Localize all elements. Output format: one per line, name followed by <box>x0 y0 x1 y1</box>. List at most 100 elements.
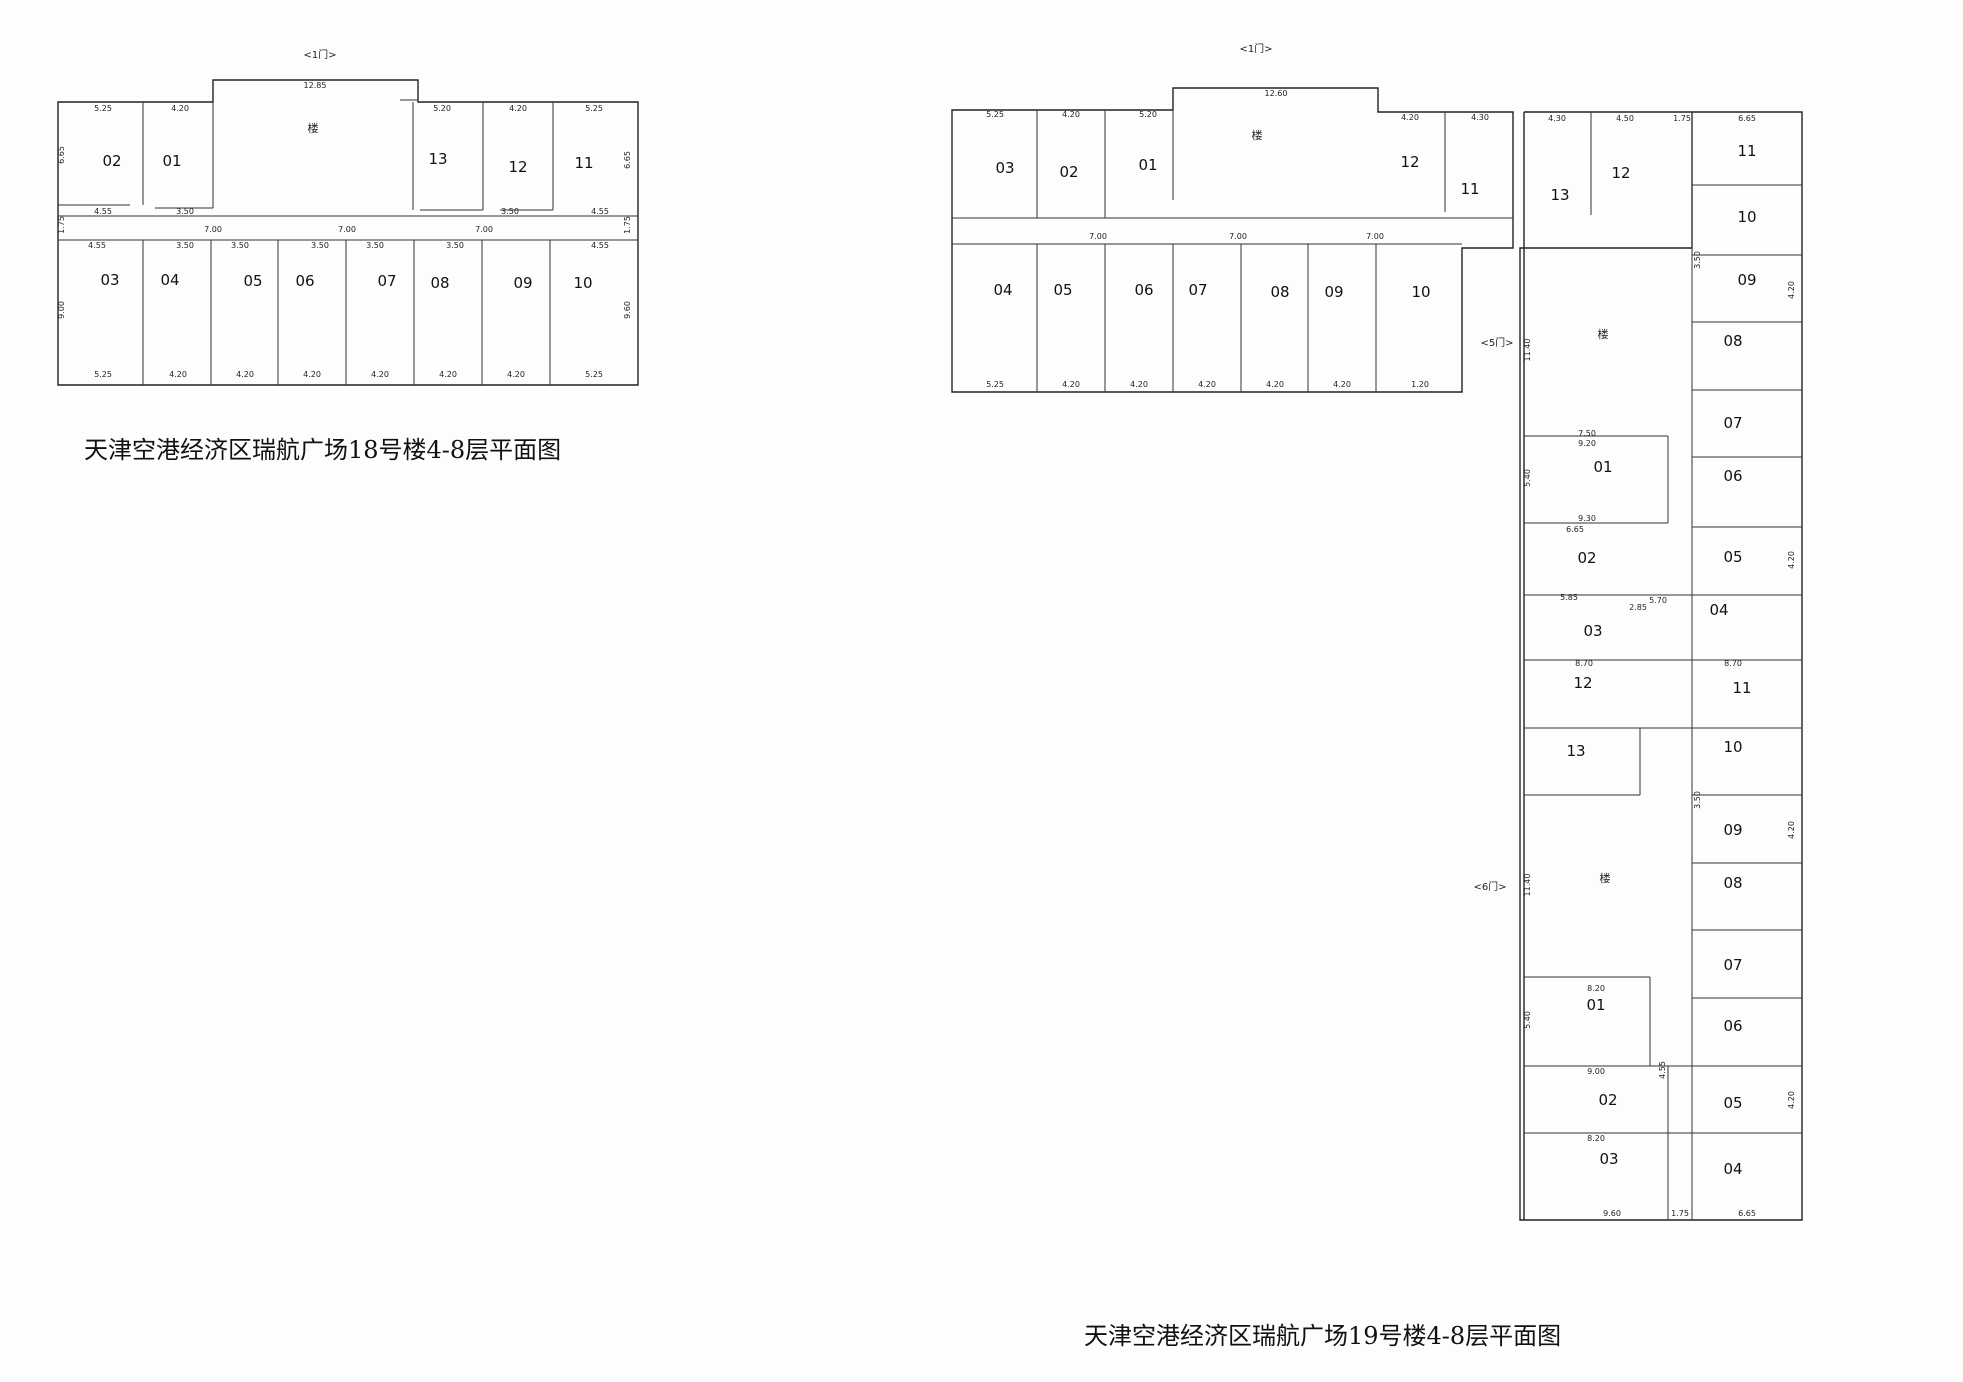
plan19-dim: 6.65 <box>1566 525 1584 534</box>
plan18-dim: 5.25 <box>94 104 112 113</box>
plan19-dim: 5.85 <box>1560 593 1578 602</box>
plan18-dim: 1.75 <box>623 216 632 234</box>
plan19-room-01: 01 <box>1138 156 1157 174</box>
plan19-dim: 5.40 <box>1523 1011 1532 1029</box>
plan19-room-02b: 02 <box>1577 549 1596 567</box>
plan18-dim: 4.20 <box>371 370 389 379</box>
plan19-room-08b: 08 <box>1723 332 1742 350</box>
plan18-dim: 1.75 <box>57 216 66 234</box>
plan19-room-06c: 06 <box>1723 1017 1742 1035</box>
plan19-dim: 11.40 <box>1523 874 1532 897</box>
plan19-dim: 8.20 <box>1587 984 1605 993</box>
plan19-dim: 4.55 <box>1658 1061 1667 1079</box>
plan19-dim: 5.40 <box>1523 469 1532 487</box>
plan18-dim: 12.85 <box>304 81 327 90</box>
plan18-dim: 4.20 <box>439 370 457 379</box>
plan19-room-13c: 13 <box>1566 742 1585 760</box>
plan19-dim: 4.20 <box>1266 380 1284 389</box>
plan19-dim: 4.20 <box>1198 380 1216 389</box>
plan19-room-10a: 10 <box>1411 283 1430 301</box>
plan19-dim: 1.75 <box>1673 114 1691 123</box>
plan19-room-07: 07 <box>1188 281 1207 299</box>
plan19-room-03c: 03 <box>1599 1150 1618 1168</box>
plan19-room-02: 02 <box>1059 163 1078 181</box>
plan18-dim: 4.20 <box>303 370 321 379</box>
plan19-room-13b: 13 <box>1550 186 1569 204</box>
plan19-dim: 9.60 <box>1603 1209 1621 1218</box>
plan19-room-10b: 10 <box>1737 208 1756 226</box>
plan19-dim: 4.20 <box>1787 281 1796 299</box>
plan19-dim: 6.65 <box>1738 114 1756 123</box>
plan19-dim: 5.70 <box>1649 596 1667 605</box>
plan19-wing-right-dividers <box>1692 184 1802 1134</box>
plan19-dim: 4.20 <box>1062 380 1080 389</box>
plan18-room-03: 03 <box>100 271 119 289</box>
plan19-dim: 3.50 <box>1693 251 1702 269</box>
plan18-room-08: 08 <box>430 274 449 292</box>
plan19-room-10c: 10 <box>1723 738 1742 756</box>
floor-plans-canvas: <1门> 02 01 13 12 11 楼 03 04 05 06 07 08 … <box>57 42 1803 1221</box>
plan18-dim: 7.00 <box>204 225 222 234</box>
plan18-dim: 4.55 <box>591 241 609 250</box>
plan19-dim: 2.85 <box>1629 603 1647 612</box>
plan18-dim: 3.50 <box>176 241 194 250</box>
plan19-room-05b: 05 <box>1723 548 1742 566</box>
plan19-room-11b: 11 <box>1737 142 1756 160</box>
plan19-dim: 8.70 <box>1724 659 1742 668</box>
plan19-dim: 9.00 <box>1587 1067 1605 1076</box>
plan19-dim: 4.30 <box>1548 114 1566 123</box>
plan19-stair-label-3: 楼 <box>1600 871 1611 885</box>
plan-18: <1门> 02 01 13 12 11 楼 03 04 05 06 07 08 … <box>57 48 639 386</box>
plan18-dim: 9.60 <box>623 301 632 319</box>
plan19-dim: 1.20 <box>1411 380 1429 389</box>
plan19-room-05: 05 <box>1053 281 1072 299</box>
plan19-room-09b: 09 <box>1737 271 1756 289</box>
plan19-room-04c: 04 <box>1723 1160 1742 1178</box>
plan19-title: 天津空港经济区瑞航广场19号楼4-8层平面图 <box>1084 1322 1562 1350</box>
plan19-room-04: 04 <box>993 281 1012 299</box>
plan18-dim: 4.20 <box>507 370 525 379</box>
plan19-dim: 7.00 <box>1366 232 1384 241</box>
plan18-dim: 5.20 <box>433 104 451 113</box>
plan19-dim: 4.20 <box>1333 380 1351 389</box>
plan18-dim: 3.50 <box>501 207 519 216</box>
plan19-dim: 12.60 <box>1265 89 1288 98</box>
plan18-dim: 4.20 <box>169 370 187 379</box>
plan19-dim: 6.65 <box>1738 1209 1756 1218</box>
plan19-dim: 5.20 <box>1139 110 1157 119</box>
plan19-dim: 5.25 <box>986 380 1004 389</box>
plan18-dim: 4.20 <box>171 104 189 113</box>
plan19-dim: 8.20 <box>1587 1134 1605 1143</box>
plan19-door5-label: <5门> <box>1480 336 1513 349</box>
plan19-dim: 4.50 <box>1616 114 1634 123</box>
plan19-room-04b: 04 <box>1709 601 1728 619</box>
plan19-room-11a: 11 <box>1460 180 1479 198</box>
plan18-dim: 4.20 <box>509 104 527 113</box>
plan19-room-12a: 12 <box>1400 153 1419 171</box>
plan19-dim: 5.25 <box>986 110 1004 119</box>
plan19-dim: 1.75 <box>1671 1209 1689 1218</box>
plan19-room-01b: 01 <box>1593 458 1612 476</box>
plan18-room-13: 13 <box>428 150 447 168</box>
plan19-room-11c: 11 <box>1732 679 1751 697</box>
plan19-stair-label: 楼 <box>1252 128 1263 142</box>
plan19-dim: 7.50 <box>1578 429 1596 438</box>
plan18-room-10: 10 <box>573 274 592 292</box>
plan18-dim: 7.00 <box>338 225 356 234</box>
plan19-dim: 7.00 <box>1089 232 1107 241</box>
plan18-dim: 5.25 <box>585 370 603 379</box>
plan18-dim: 9.00 <box>57 301 66 319</box>
plan19-room-02c: 02 <box>1598 1091 1617 1109</box>
plan18-dim: 3.50 <box>311 241 329 250</box>
plan18-room-06: 06 <box>295 272 314 290</box>
plan18-dim: 4.20 <box>236 370 254 379</box>
plan18-room-09: 09 <box>513 274 532 292</box>
plan19-room-03: 03 <box>995 159 1014 177</box>
plan18-room-02: 02 <box>102 152 121 170</box>
plan19-dim: 8.70 <box>1575 659 1593 668</box>
plan19-dim: 4.20 <box>1787 1091 1796 1109</box>
plan19-room-07c: 07 <box>1723 956 1742 974</box>
plan18-room-04: 04 <box>160 271 179 289</box>
plan19-dim: 4.20 <box>1062 110 1080 119</box>
plan19-stair-label-2: 楼 <box>1598 327 1609 341</box>
